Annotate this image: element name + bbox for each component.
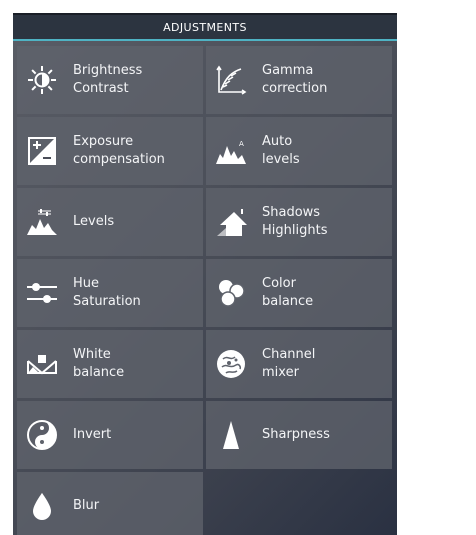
tile-label-line2: balance <box>73 365 125 380</box>
hue-saturation-button[interactable]: Hue Saturation <box>17 259 203 327</box>
auto-levels-histogram-icon: A <box>216 140 246 164</box>
tile-label-line1: Auto <box>262 134 293 149</box>
tile-label: Channel mixer <box>262 330 388 398</box>
tile-label-line2: levels <box>262 152 300 167</box>
tile-label-line2: correction <box>262 81 328 96</box>
color-balance-button[interactable]: Color balance <box>206 259 392 327</box>
panel-title: ADJUSTMENTS <box>163 20 247 34</box>
shadows-highlights-button[interactable]: Shadows Highlights <box>206 188 392 256</box>
tile-label-line2: Saturation <box>73 294 141 309</box>
color-circles-icon <box>219 280 245 307</box>
channel-mixer-button[interactable]: Channel mixer <box>206 330 392 398</box>
channel-mixer-icon <box>217 350 245 378</box>
exposure-compensation-button[interactable]: Exposure compensation <box>17 117 203 185</box>
house-shadow-icon <box>217 209 247 236</box>
tile-label-line1: Levels <box>73 214 115 229</box>
white-balance-icon <box>27 355 57 375</box>
levels-button[interactable]: Levels <box>17 188 203 256</box>
tile-label-line2: Contrast <box>73 81 129 96</box>
tile-label-line2: mixer <box>262 365 299 380</box>
tile-label-line2: Highlights <box>262 223 328 238</box>
sharpness-button[interactable]: Sharpness <box>206 401 392 469</box>
tile-label: Levels <box>73 188 199 256</box>
sliders-icon <box>27 283 57 303</box>
tile-label-line1: Color <box>262 276 296 291</box>
auto-levels-button[interactable]: A Auto levels <box>206 117 392 185</box>
tile-label-line1: Exposure <box>73 134 134 149</box>
tile-label: White balance <box>73 330 199 398</box>
levels-histogram-icon <box>27 209 57 235</box>
drop-icon <box>33 493 51 520</box>
tile-label: Blur <box>73 472 199 535</box>
panel-header: ADJUSTMENTS <box>13 13 397 41</box>
tile-label-line1: Brightness <box>73 63 143 78</box>
tile-label-line1: Sharpness <box>262 427 330 442</box>
tile-label: Invert <box>73 401 199 469</box>
triangle-sharpness-icon <box>223 421 239 449</box>
tile-label-line2: compensation <box>73 152 165 167</box>
gamma-correction-button[interactable]: Gamma correction <box>206 46 392 114</box>
tile-label: Sharpness <box>262 401 388 469</box>
tile-label-line2: balance <box>262 294 314 309</box>
tile-label-line1: Channel <box>262 347 316 362</box>
adjustments-panel: ADJUSTMENTS Brightness Contrast Gamma co… <box>13 13 397 535</box>
svg-text:A: A <box>239 140 244 148</box>
yin-yang-icon <box>27 420 57 450</box>
tile-label: Brightness Contrast <box>73 46 199 114</box>
tile-label: Auto levels <box>262 117 388 185</box>
tile-label: Exposure compensation <box>73 117 199 185</box>
white-balance-button[interactable]: White balance <box>17 330 203 398</box>
tile-label-line1: Invert <box>73 427 112 442</box>
gamma-curve-icon <box>216 65 247 95</box>
tile-label: Color balance <box>262 259 388 327</box>
sun-icon <box>28 66 56 94</box>
blur-button[interactable]: Blur <box>17 472 203 535</box>
brightness-contrast-button[interactable]: Brightness Contrast <box>17 46 203 114</box>
tile-label-line1: Blur <box>73 498 100 513</box>
tile-label: Shadows Highlights <box>262 188 388 256</box>
invert-button[interactable]: Invert <box>17 401 203 469</box>
tile-label-line1: White <box>73 347 111 362</box>
tile-label-line1: Gamma <box>262 63 314 78</box>
exposure-plus-minus-icon <box>28 137 56 165</box>
tile-label-line1: Shadows <box>262 205 321 220</box>
tile-label-line1: Hue <box>73 276 100 291</box>
tile-label: Gamma correction <box>262 46 388 114</box>
tile-label: Hue Saturation <box>73 259 199 327</box>
